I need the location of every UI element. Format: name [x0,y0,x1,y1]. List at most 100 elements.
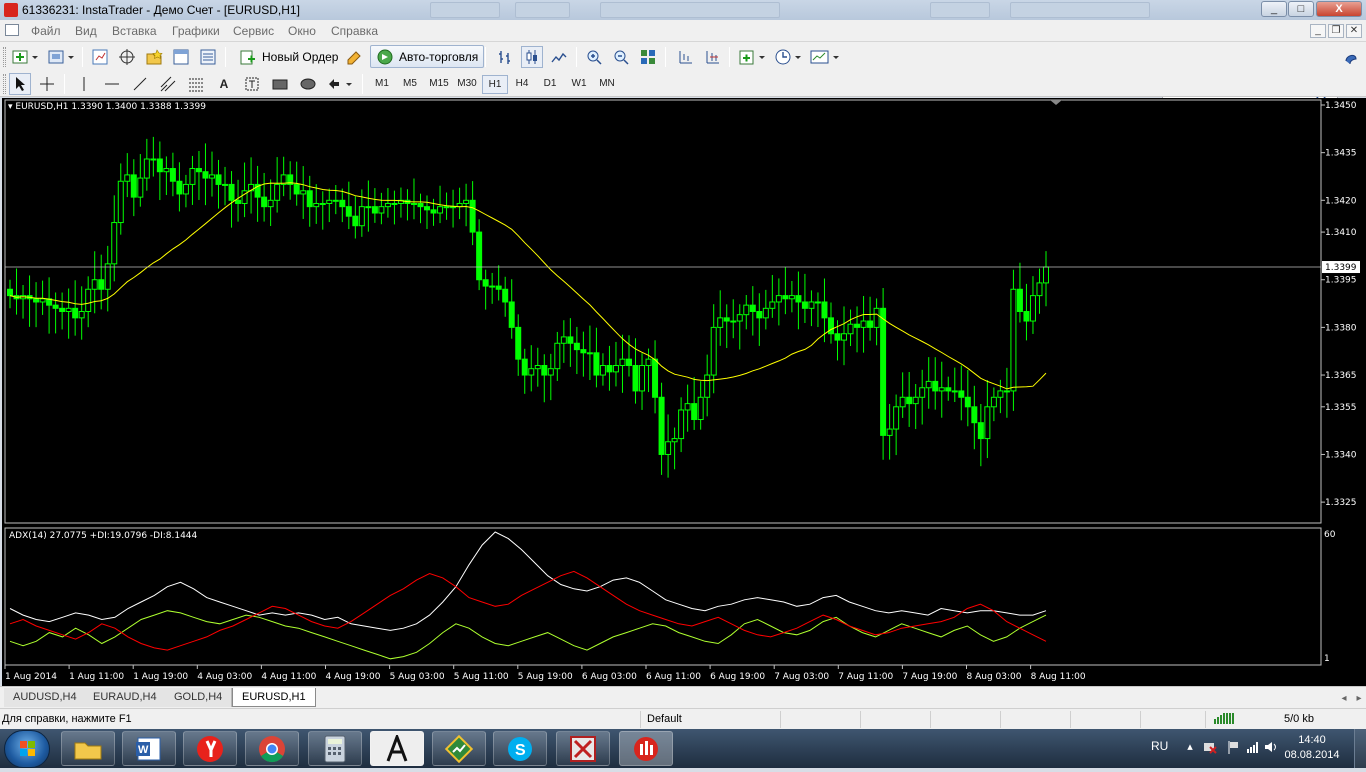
clock-date: 08.08.2014 [1284,749,1340,761]
close-button[interactable]: X [1316,1,1362,17]
candle-body [573,342,580,351]
skype-icon[interactable]: S [493,731,547,766]
menu-insert[interactable]: Вставка [112,24,157,38]
community-icon[interactable] [1340,46,1362,68]
chart-window-icon[interactable] [5,24,19,36]
instatrader-icon[interactable] [619,731,673,766]
auto-scroll-icon[interactable] [701,46,723,68]
zoom-in-icon[interactable] [583,46,605,68]
new-order-button[interactable]: Новый Ордер [233,45,344,68]
new-chart-icon[interactable] [10,46,40,68]
horizontal-line-icon[interactable] [101,73,123,95]
candle-body [274,183,281,201]
price-chart[interactable]: 1.3450 1.3435 1.3420 1.3410 1.3395 1.3380 1.33… [2,98,1366,686]
app-chart-icon[interactable] [432,731,486,766]
start-button[interactable] [4,730,50,768]
autotrade-button[interactable]: Авто-торговля [370,45,485,68]
tile-windows-icon[interactable] [637,46,659,68]
timeframe-m1[interactable]: M1 [369,75,395,94]
mdi-close-button[interactable]: ✕ [1346,24,1362,38]
strategy-tester-icon[interactable] [197,46,219,68]
candlestick-chart-icon[interactable] [521,46,543,68]
flag-icon[interactable] [1226,740,1240,754]
timeframe-m5[interactable]: M5 [397,75,423,94]
title-bar[interactable]: 61336231: InstaTrader - Демо Счет - [EUR… [0,0,1366,20]
timeframe-h4[interactable]: H4 [509,75,535,94]
menu-window[interactable]: Окно [288,24,316,38]
data-window-icon[interactable] [116,46,138,68]
language-indicator[interactable]: RU [1151,739,1168,753]
timeframe-w1[interactable]: W1 [566,75,592,94]
periods-icon[interactable] [772,46,804,68]
candle-body [801,301,808,309]
connection-status[interactable] [1205,711,1275,728]
candle-body [925,380,932,389]
toolbar-grip[interactable] [3,74,6,94]
tab-gold-h4[interactable]: GOLD,H4 [165,688,233,707]
menu-charts[interactable]: Графики [172,24,220,38]
profiles-icon[interactable] [46,46,76,68]
terminal-icon[interactable] [170,46,192,68]
yandex-icon[interactable] [183,731,237,766]
chart-menu-icon[interactable]: ▾ [8,102,13,112]
candle-body [332,199,339,202]
line-chart-icon[interactable] [548,46,570,68]
system-clock[interactable]: 14:40 08.08.2014 [1280,733,1344,763]
svg-text:S: S [515,742,526,759]
chart-window[interactable]: 1.3450 1.3435 1.3420 1.3410 1.3395 1.3380 1.33… [2,98,1366,686]
minimize-button[interactable]: _ [1261,1,1287,17]
menu-view[interactable]: Вид [75,24,97,38]
tab-audusd-h4[interactable]: AUDUSD,H4 [4,688,87,707]
timeframe-h1[interactable]: H1 [482,75,508,94]
candle-body [997,390,1004,398]
vertical-line-icon[interactable] [73,73,95,95]
ellipse-icon[interactable] [297,73,319,95]
navigator-icon[interactable] [143,46,165,68]
network-icon[interactable] [1203,740,1217,754]
timeframe-d1[interactable]: D1 [537,75,563,94]
windows-taskbar: W S RU ▴ 14:40 08.08.2014 [0,729,1366,768]
explorer-icon[interactable] [61,731,115,766]
tab-scroll-right-icon[interactable]: ▸ [1348,687,1366,709]
tab-eurusd-h1[interactable]: EURUSD,H1 [232,688,316,707]
menu-help[interactable]: Справка [331,24,378,38]
timeframe-m30[interactable]: M30 [453,75,481,94]
cursor-icon[interactable] [9,73,31,95]
mdi-minimize-button[interactable]: _ [1310,24,1326,38]
mdi-restore-button[interactable]: ❐ [1328,24,1344,38]
app-red-icon[interactable] [556,731,610,766]
equidistant-channel-icon[interactable] [157,73,179,95]
metaeditor-icon[interactable] [343,46,365,68]
tab-euraud-h4[interactable]: EURAUD,H4 [84,688,167,707]
word-icon[interactable]: W [122,731,176,766]
text-label-icon[interactable] [241,73,263,95]
clock-time: 14:40 [1298,734,1326,746]
trendline-icon[interactable] [129,73,151,95]
show-desktop-button[interactable] [1354,729,1366,768]
timeframe-mn[interactable]: MN [593,75,621,94]
menu-file[interactable]: Файл [31,24,61,38]
tray-expand-icon[interactable]: ▴ [1183,740,1197,754]
chrome-icon[interactable] [245,731,299,766]
timeframe-m15[interactable]: M15 [425,75,453,94]
arrows-icon[interactable] [325,73,355,95]
signal-icon[interactable] [1246,740,1260,754]
calculator-icon[interactable] [308,731,362,766]
crosshair-icon[interactable] [36,73,58,95]
templates-icon[interactable] [808,46,842,68]
y-tick-label: 1.3450 [1325,101,1357,111]
text-icon[interactable]: A [213,73,235,95]
zoom-out-icon[interactable] [610,46,632,68]
app-a-icon[interactable] [370,731,424,766]
rectangle-icon[interactable] [269,73,291,95]
fibonacci-icon[interactable] [185,73,207,95]
maximize-button[interactable]: □ [1288,1,1314,17]
market-watch-icon[interactable] [89,46,111,68]
toolbar-grip[interactable] [3,47,6,67]
volume-icon[interactable] [1264,740,1278,754]
x-tick-label: 6 Aug 03:00 [582,672,637,682]
indicators-icon[interactable] [736,46,768,68]
menu-tools[interactable]: Сервис [233,24,274,38]
bar-chart-icon[interactable] [494,46,516,68]
chart-shift-icon[interactable] [674,46,696,68]
